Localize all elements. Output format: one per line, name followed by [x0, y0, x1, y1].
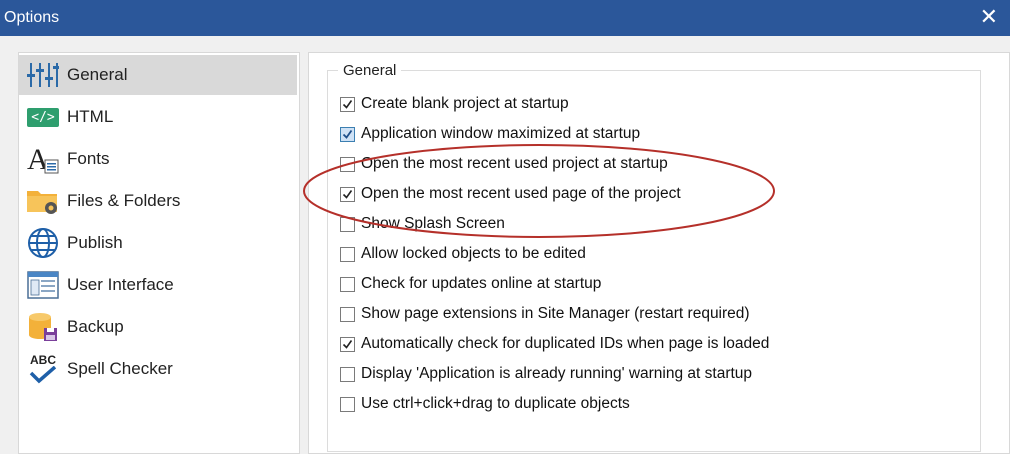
- option-label: Check for updates online at startup: [361, 275, 602, 292]
- spellcheck-icon: ABC: [25, 352, 61, 386]
- sidebar-item-label: Fonts: [67, 149, 110, 168]
- sidebar-item-fonts[interactable]: A Fonts: [19, 139, 297, 179]
- title-bar: Options ✕: [0, 0, 1010, 36]
- checkbox[interactable]: [340, 396, 355, 412]
- option-label: Display 'Application is already running'…: [361, 365, 753, 382]
- sidebar-item-publish[interactable]: Publish: [19, 223, 297, 263]
- checkbox[interactable]: [340, 216, 355, 232]
- option-window-maximized[interactable]: Application window maximized at startup: [340, 125, 640, 143]
- category-list: General </> HTML A Fonts Files & Folders…: [18, 52, 300, 454]
- checkbox[interactable]: [340, 126, 355, 142]
- option-show-page-extensions[interactable]: Show page extensions in Site Manager (re…: [340, 305, 750, 323]
- checkbox[interactable]: [340, 336, 355, 352]
- option-label: Open the most recent used project at sta…: [361, 155, 668, 172]
- option-allow-locked-edit[interactable]: Allow locked objects to be edited: [340, 245, 586, 263]
- sidebar-item-label: HTML: [67, 107, 114, 126]
- checkbox[interactable]: [340, 156, 355, 172]
- sidebar-item-files-folders[interactable]: Files & Folders: [19, 181, 297, 221]
- html-code-icon: </>: [25, 100, 61, 134]
- sidebar-item-general[interactable]: General: [19, 55, 297, 95]
- option-check-duplicated-ids[interactable]: Automatically check for duplicated IDs w…: [340, 335, 769, 353]
- folder-gear-icon: [25, 184, 61, 218]
- sidebar-item-user-interface[interactable]: User Interface: [19, 265, 297, 305]
- option-label: Open the most recent used page of the pr…: [361, 185, 681, 202]
- settings-panel: General Create blank project at startup …: [308, 52, 1010, 454]
- sidebar-item-spell-checker[interactable]: ABC Spell Checker: [19, 349, 297, 389]
- close-button[interactable]: ✕: [980, 4, 998, 30]
- option-open-recent-page[interactable]: Open the most recent used page of the pr…: [340, 185, 681, 203]
- window-icon: [25, 268, 61, 302]
- sliders-icon: [25, 58, 61, 92]
- group-title: General: [338, 62, 402, 79]
- option-create-blank-project[interactable]: Create blank project at startup: [340, 95, 569, 113]
- checkbox[interactable]: [340, 276, 355, 292]
- option-label: Allow locked objects to be edited: [361, 245, 586, 262]
- font-icon: A: [25, 142, 61, 176]
- option-check-updates[interactable]: Check for updates online at startup: [340, 275, 601, 293]
- checkbox[interactable]: [340, 96, 355, 112]
- checkbox[interactable]: [340, 306, 355, 322]
- spell-badge-text: ABC: [30, 353, 56, 367]
- option-ctrl-click-drag[interactable]: Use ctrl+click+drag to duplicate objects: [340, 395, 630, 413]
- option-open-recent-project[interactable]: Open the most recent used project at sta…: [340, 155, 668, 173]
- sidebar-item-html[interactable]: </> HTML: [19, 97, 297, 137]
- option-label: Automatically check for duplicated IDs w…: [361, 335, 770, 352]
- sidebar-item-backup[interactable]: Backup: [19, 307, 297, 347]
- sidebar-item-label: Publish: [67, 233, 123, 252]
- database-save-icon: [25, 310, 61, 344]
- sidebar-item-label: Files & Folders: [67, 191, 181, 210]
- option-show-splash-screen[interactable]: Show Splash Screen: [340, 215, 505, 233]
- checkbox[interactable]: [340, 246, 355, 262]
- globe-icon: [25, 226, 61, 260]
- option-label: Show Splash Screen: [361, 215, 505, 232]
- sidebar-item-label: Backup: [67, 317, 124, 336]
- sidebar-item-label: User Interface: [67, 275, 174, 294]
- option-already-running-warning[interactable]: Display 'Application is already running'…: [340, 365, 752, 383]
- sidebar-item-label: General: [67, 65, 128, 84]
- sidebar-item-label: Spell Checker: [67, 359, 173, 378]
- option-label: Application window maximized at startup: [361, 125, 641, 142]
- checkbox[interactable]: [340, 366, 355, 382]
- option-label: Create blank project at startup: [361, 95, 569, 112]
- window-title: Options: [4, 9, 60, 26]
- checkbox[interactable]: [340, 186, 355, 202]
- html-badge-text: </>: [27, 107, 59, 127]
- option-label: Show page extensions in Site Manager (re…: [361, 305, 750, 322]
- option-label: Use ctrl+click+drag to duplicate objects: [361, 395, 630, 412]
